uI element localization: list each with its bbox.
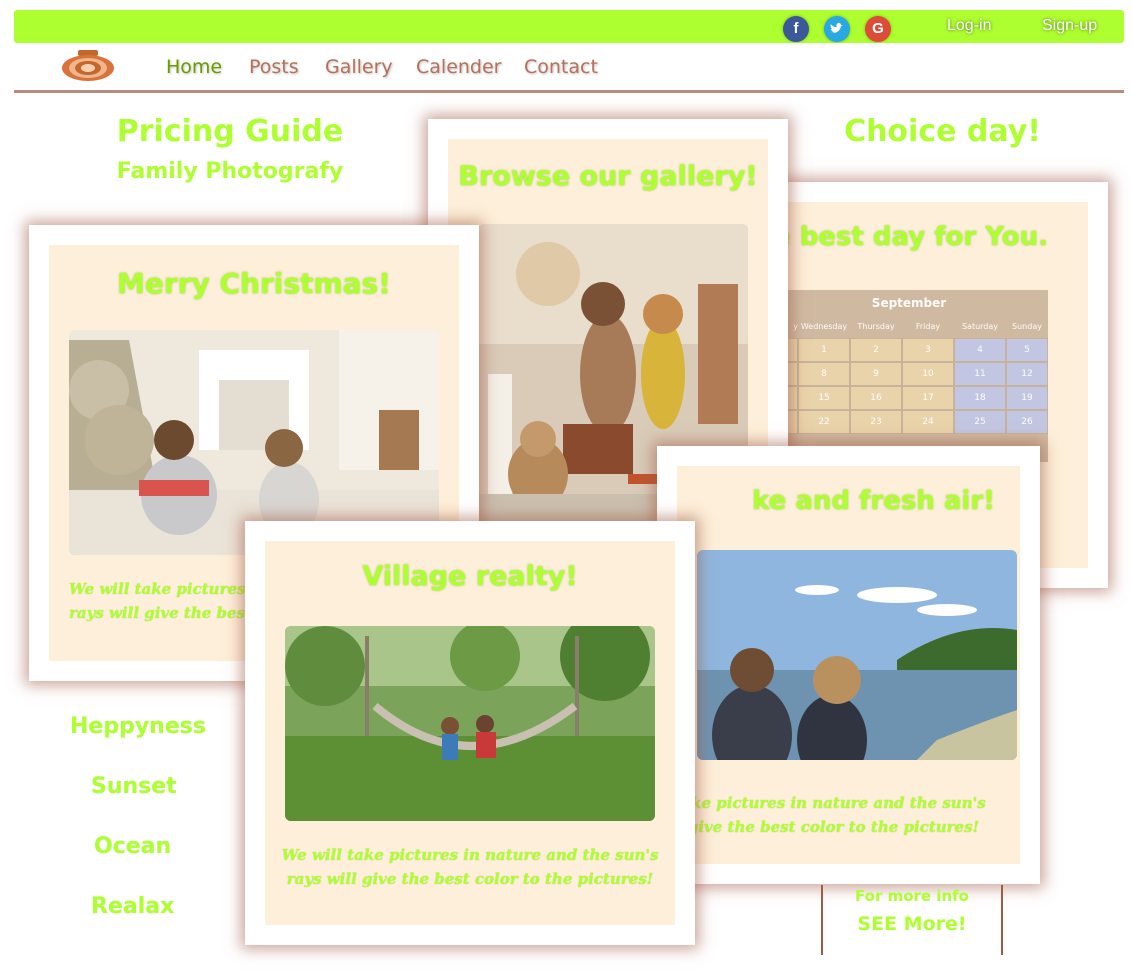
nav-contact[interactable]: Contact: [524, 56, 598, 78]
more-info-label: For more info: [855, 887, 969, 905]
calendar-date-cell[interactable]: 17: [902, 386, 954, 410]
calendar-day-header: Friday: [915, 322, 941, 331]
family-photography-subtitle: Family Photografy: [116, 159, 344, 184]
gallery-card-title: Browse our gallery!: [458, 161, 758, 192]
calendar-date-cell[interactable]: 24: [902, 410, 954, 434]
calendar-day-header: Sunday: [1012, 322, 1042, 331]
calendar-date-cell[interactable]: 4: [954, 338, 1006, 362]
lake-card-title: ke and fresh air!: [752, 486, 995, 516]
choice-day-title: Choice day!: [844, 114, 1041, 149]
calendar-date-cell[interactable]: 2: [850, 338, 902, 362]
calendar-widget[interactable]: September y Wednesday Thursday Friday Sa…: [770, 290, 1048, 462]
calendar-date-cell[interactable]: 10: [902, 362, 954, 386]
login-link[interactable]: Log-in: [947, 17, 991, 35]
top-bar: f G Log-in Sign-up: [14, 10, 1124, 43]
google-plus-icon[interactable]: G: [865, 16, 891, 42]
calendar-date-cell[interactable]: 5: [1006, 338, 1048, 362]
christmas-card-title: Merry Christmas!: [117, 267, 391, 300]
lake-photo: [697, 550, 1017, 760]
side-link-ocean[interactable]: Ocean: [94, 834, 171, 859]
calendar-date-cell[interactable]: 1: [798, 338, 850, 362]
calendar-date-cell[interactable]: 12: [1006, 362, 1048, 386]
calendar-date-cell[interactable]: 26: [1006, 410, 1048, 434]
calendar-date-cell[interactable]: 22: [798, 410, 850, 434]
calendar-date-cell[interactable]: 3: [902, 338, 954, 362]
calendar-date-cell[interactable]: 11: [954, 362, 1006, 386]
calendar-date-cell[interactable]: 9: [850, 362, 902, 386]
calendar-date-cell[interactable]: 15: [798, 386, 850, 410]
village-card[interactable]: Village realty! We will take pictures in…: [245, 521, 695, 945]
village-card-title: Village realty!: [362, 561, 578, 592]
village-card-text-line1: We will take pictures in nature and the …: [281, 846, 659, 864]
camera-logo-icon[interactable]: [61, 49, 115, 83]
more-info-box: For more info SEE More!: [821, 885, 1003, 955]
nav-calender[interactable]: Calender: [416, 56, 501, 78]
facebook-icon[interactable]: f: [783, 16, 809, 42]
village-card-text-line2: rays will give the best color to the pic…: [286, 870, 654, 888]
calendar-day-header: Thursday: [857, 322, 895, 331]
nav-gallery[interactable]: Gallery: [325, 56, 393, 78]
calendar-date-cell[interactable]: 23: [850, 410, 902, 434]
calendar-date-cell[interactable]: 16: [850, 386, 902, 410]
side-link-sunset[interactable]: Sunset: [91, 774, 177, 799]
calendar-date-cell[interactable]: 18: [954, 386, 1006, 410]
village-photo: [285, 626, 655, 821]
side-link-heppyness[interactable]: Heppyness: [70, 714, 206, 739]
nav-posts[interactable]: Posts: [249, 56, 299, 78]
calendar-date-cell[interactable]: 19: [1006, 386, 1048, 410]
twitter-icon[interactable]: [824, 16, 850, 42]
lake-card-text-line1: ake pictures in nature and the sun's: [681, 794, 986, 812]
see-more-link[interactable]: SEE More!: [823, 913, 1001, 935]
lake-card-text-line2: give the best color to the pictures!: [687, 818, 980, 836]
pricing-guide-title: Pricing Guide: [116, 114, 344, 149]
calendar-day-header: Saturday: [961, 322, 999, 331]
calendar-month: September: [871, 296, 947, 310]
main-navigation: Home Posts Gallery Calender Contact: [14, 44, 1124, 93]
side-link-realax[interactable]: Realax: [91, 894, 174, 919]
calendar-day-header: Wednesday: [800, 322, 848, 331]
lake-card[interactable]: ke and fresh air! ake pictures in nature…: [657, 446, 1040, 884]
calendar-date-cell[interactable]: 25: [954, 410, 1006, 434]
nav-home[interactable]: Home: [166, 56, 222, 78]
signup-link[interactable]: Sign-up: [1042, 17, 1097, 35]
calendar-date-cell[interactable]: 8: [798, 362, 850, 386]
